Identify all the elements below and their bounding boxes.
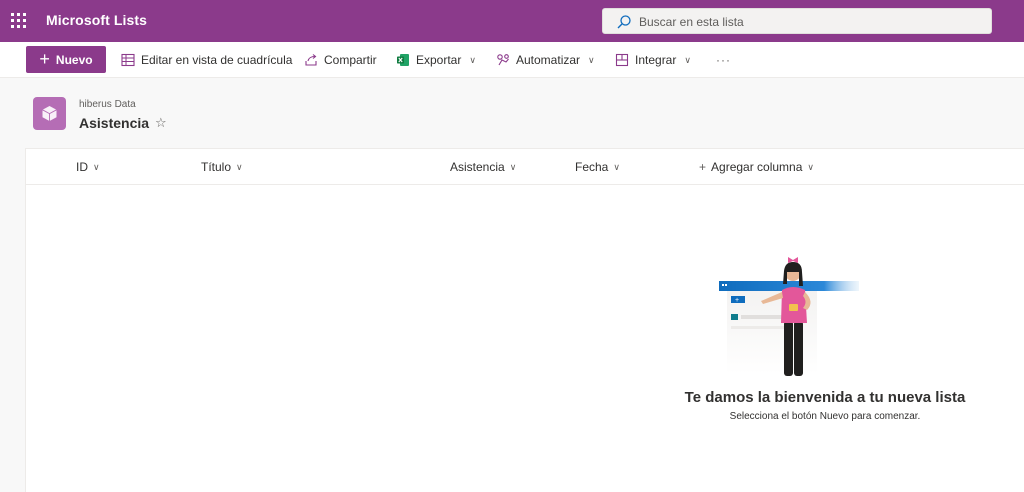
chevron-down-icon: ∨ <box>807 161 814 172</box>
search-icon <box>617 15 631 29</box>
automate-icon <box>497 54 509 66</box>
plus-icon: + <box>39 48 50 69</box>
plus-icon: + <box>699 160 707 174</box>
search-box[interactable] <box>602 8 992 34</box>
column-label: Fecha <box>575 160 609 174</box>
star-icon[interactable]: ☆ <box>155 115 167 131</box>
app-launcher-icon[interactable] <box>9 11 29 31</box>
site-name[interactable]: hiberus Data <box>79 99 136 110</box>
integrate-icon <box>615 53 629 67</box>
new-item-label: Nuevo <box>55 52 93 67</box>
empty-state-title: Te damos la bienvenida a tu nueva lista <box>684 389 966 406</box>
chevron-down-icon: ∨ <box>588 54 595 65</box>
list-view: ID ∨ Título ∨ Asistencia ∨ Fecha ∨ + Agr… <box>25 148 1024 492</box>
suite-header: Microsoft Lists <box>0 0 1024 42</box>
chevron-down-icon: ∨ <box>509 161 517 172</box>
page-title: Asistencia <box>79 115 150 131</box>
share-button[interactable]: Compartir <box>304 51 377 69</box>
integrate-button[interactable]: Integrar ∨ <box>615 51 691 69</box>
export-label: Exportar <box>416 53 462 67</box>
column-header-row: ID ∨ Título ∨ Asistencia ∨ Fecha ∨ + Agr… <box>26 149 1024 185</box>
grid-edit-label: Editar en vista de cuadrícula <box>141 53 293 67</box>
integrate-label: Integrar <box>635 53 677 67</box>
excel-icon <box>397 54 409 66</box>
automate-label: Automatizar <box>516 53 581 67</box>
grid-icon <box>121 53 135 67</box>
add-column-button[interactable]: + Agregar columna ∨ <box>699 160 814 174</box>
column-label: Asistencia <box>450 160 505 174</box>
search-input[interactable] <box>639 13 979 31</box>
chevron-down-icon: ∨ <box>613 161 620 172</box>
share-icon <box>305 54 317 66</box>
grid-edit-button[interactable]: Editar en vista de cuadrícula <box>121 51 292 69</box>
chevron-down-icon: ∨ <box>469 54 476 65</box>
column-header-id[interactable]: ID ∨ <box>76 160 100 174</box>
column-label: ID <box>76 160 88 174</box>
column-label: Título <box>201 160 232 174</box>
column-header-date[interactable]: Fecha ∨ <box>575 160 620 174</box>
empty-list-illustration: + <box>719 257 859 376</box>
share-label: Compartir <box>324 53 377 67</box>
chevron-down-icon: ∨ <box>93 161 100 172</box>
export-button[interactable]: Exportar ∨ <box>396 51 476 69</box>
chevron-down-icon: ∨ <box>236 161 243 172</box>
empty-state-subtitle: Selecciona el botón Nuevo para comenzar. <box>729 411 921 422</box>
cube-icon <box>42 106 57 121</box>
column-label: Agregar columna <box>711 160 803 174</box>
automate-button[interactable]: Automatizar ∨ <box>496 51 595 69</box>
column-header-attendance[interactable]: Asistencia ∨ <box>450 160 516 174</box>
more-icon: ··· <box>716 53 731 67</box>
chevron-down-icon: ∨ <box>684 54 691 65</box>
column-header-title[interactable]: Título ∨ <box>201 160 243 174</box>
more-options-button[interactable]: ··· <box>716 51 731 69</box>
svg-text:+: + <box>735 297 739 304</box>
list-icon <box>33 97 66 130</box>
command-bar: + Nuevo Editar en vista de cuadrícula Co… <box>0 42 1024 78</box>
app-title[interactable]: Microsoft Lists <box>46 12 147 28</box>
new-item-button[interactable]: + Nuevo <box>26 46 106 73</box>
